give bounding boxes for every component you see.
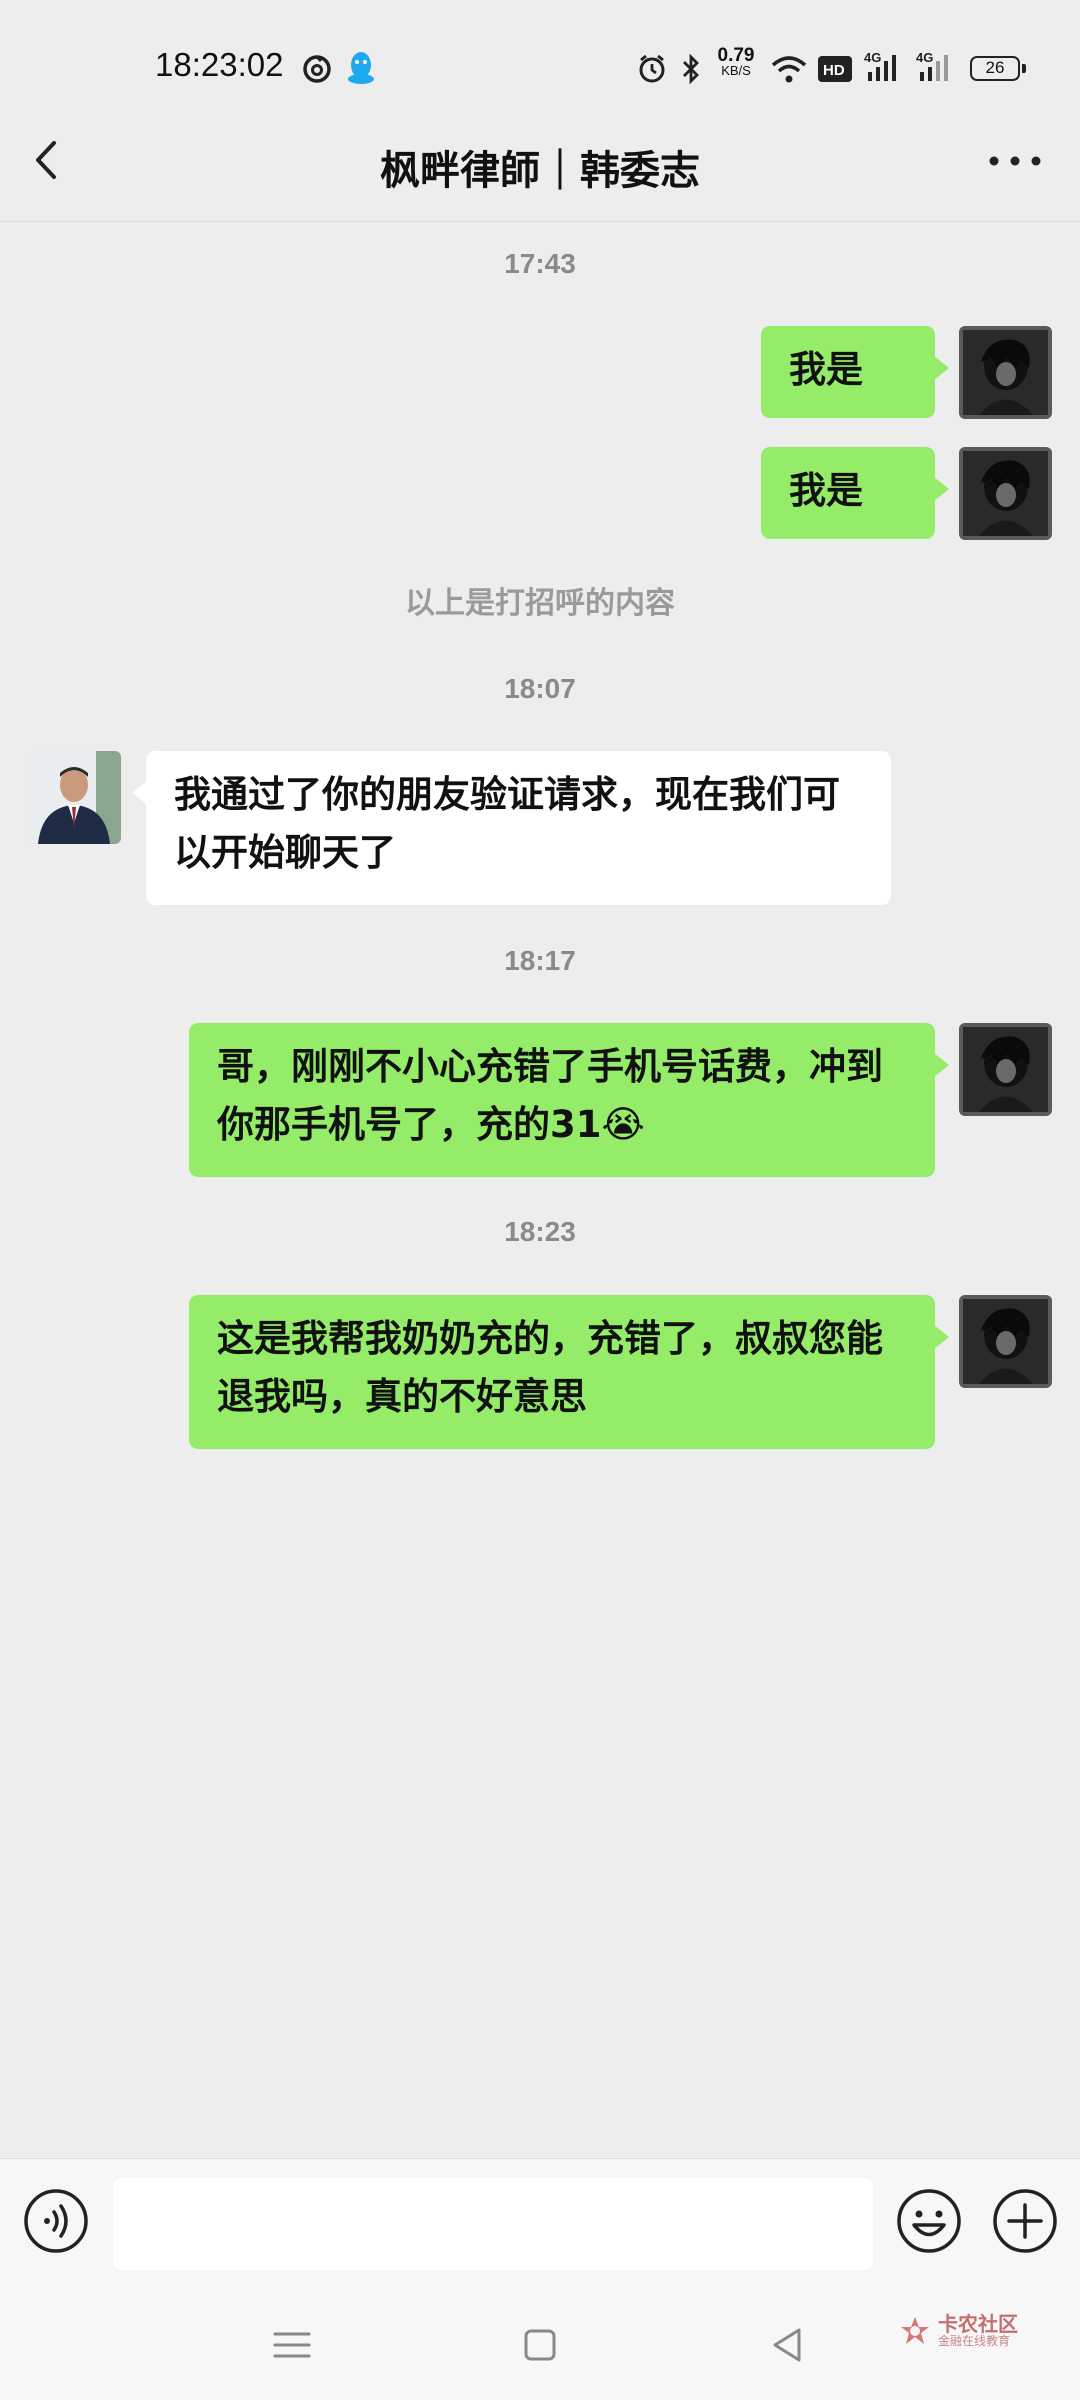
hd-voice-icon: HD xyxy=(818,56,852,86)
square-icon xyxy=(524,2329,556,2361)
battery-icon: 26 xyxy=(970,56,1026,81)
my-avatar[interactable] xyxy=(959,1023,1052,1116)
back-nav-button[interactable] xyxy=(763,2320,813,2370)
voice-icon xyxy=(24,2189,88,2253)
contact-message-bubble[interactable]: 我通过了你的朋友验证请求，现在我们可以开始聊天了 xyxy=(132,751,891,905)
qq-penguin-icon xyxy=(346,50,376,90)
my-message-bubble[interactable]: 我是 xyxy=(761,326,949,418)
back-button[interactable] xyxy=(24,135,74,185)
alarm-icon xyxy=(637,54,667,88)
timestamp: 18:23 xyxy=(504,1216,576,1247)
timestamp: 17:43 xyxy=(504,248,576,279)
my-avatar[interactable] xyxy=(959,447,1052,540)
signal-4g-icon: 4G xyxy=(916,50,956,88)
timestamp: 18:17 xyxy=(504,945,576,976)
contact-avatar[interactable] xyxy=(28,751,121,844)
svg-text:4G: 4G xyxy=(864,50,881,65)
more-options-button[interactable] xyxy=(985,136,1045,186)
my-message-bubble[interactable]: 这是我帮我奶奶充的，充错了，叔叔您能退我吗，真的不好意思 xyxy=(189,1295,949,1449)
chat-title: 枫畔律師｜韩委志 xyxy=(380,148,700,194)
more-functions-button[interactable] xyxy=(992,2188,1058,2254)
bluetooth-icon xyxy=(680,53,702,88)
timestamp: 18:07 xyxy=(504,673,576,704)
my-message-bubble[interactable]: 我是 xyxy=(761,447,949,539)
watermark-subtitle: 金融在线教育 xyxy=(938,2334,1011,2348)
voice-input-button[interactable] xyxy=(23,2188,89,2254)
home-button[interactable] xyxy=(515,2320,565,2370)
wifi-icon xyxy=(770,54,808,88)
message-input[interactable] xyxy=(113,2178,873,2270)
emoji-button[interactable] xyxy=(896,2188,962,2254)
signal-4g-icon: 4G xyxy=(864,50,904,88)
my-message-bubble[interactable]: 哥，刚刚不小心充错了手机号话费，冲到你那手机号了，充的31😭 xyxy=(189,1023,949,1177)
network-speed: 0.79 KB/S xyxy=(717,45,755,78)
status-time: 18:23:02 xyxy=(155,46,284,83)
emoji-icon xyxy=(897,2189,961,2253)
chevron-left-icon xyxy=(36,141,56,179)
netease-music-icon xyxy=(302,54,332,88)
menu-icon xyxy=(273,2332,311,2358)
input-bar xyxy=(0,2158,1080,2280)
recent-apps-button[interactable] xyxy=(267,2320,317,2370)
svg-text:4G: 4G xyxy=(916,50,933,65)
watermark: 卡农社区 金融在线教育 xyxy=(898,2308,1048,2358)
system-nav-bar: 卡农社区 金融在线教育 xyxy=(0,2280,1080,2400)
plus-icon xyxy=(993,2189,1057,2253)
triangle-left-icon xyxy=(773,2328,801,2362)
my-avatar[interactable] xyxy=(959,1295,1052,1388)
chat-header: 枫畔律師｜韩委志 xyxy=(0,100,1080,222)
my-avatar[interactable] xyxy=(959,326,1052,419)
more-dots-icon xyxy=(989,156,1041,166)
kanong-logo-icon xyxy=(901,2317,929,2344)
svg-text:HD: HD xyxy=(823,62,845,79)
system-note: 以上是打招呼的内容 xyxy=(405,586,675,621)
